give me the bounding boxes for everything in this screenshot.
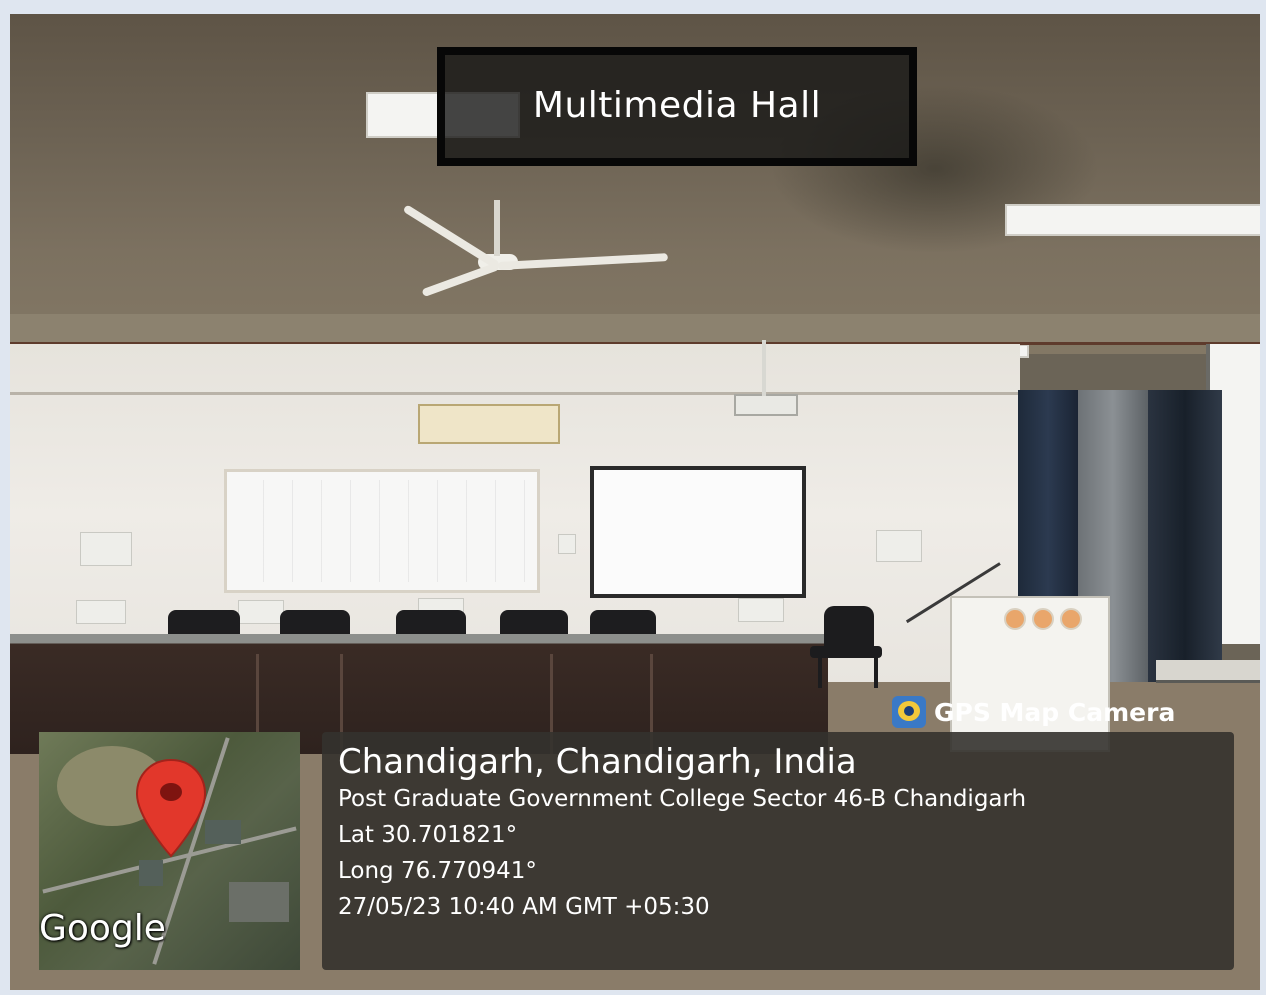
wall-switch-panel	[558, 534, 576, 554]
air-conditioner	[418, 404, 560, 444]
map-thumbnail: Google	[39, 732, 300, 970]
wall-conduit	[10, 392, 1020, 395]
title-banner: Multimedia Hall	[437, 47, 917, 166]
location-address: Post Graduate Government College Sector …	[338, 786, 1027, 812]
projector-mount	[762, 340, 766, 396]
gps-badge-label: GPS Map Camera	[934, 697, 1176, 727]
wall-switch-panel	[876, 530, 922, 562]
wall-switch-panel	[80, 532, 132, 566]
map-building	[205, 820, 241, 844]
location-latitude: Lat 30.701821°	[338, 822, 518, 848]
gps-map-camera-badge: GPS Map Camera	[892, 694, 1175, 730]
wall-switch-panel	[238, 600, 284, 624]
whiteboard	[224, 469, 540, 593]
location-info-panel: Chandigarh, Chandigarh, India Post Gradu…	[322, 732, 1234, 970]
wall-switch-panel	[76, 600, 126, 624]
camera-app-icon	[892, 696, 926, 728]
page-title: Multimedia Hall	[532, 85, 822, 126]
projector	[734, 394, 798, 416]
ceiling-beam	[10, 314, 1260, 345]
google-logo: Google	[39, 908, 166, 949]
location-longitude: Long 76.770941°	[338, 858, 537, 884]
location-city: Chandigarh, Chandigarh, India	[338, 742, 857, 782]
wall-switch-panel	[738, 598, 784, 622]
office-chair	[810, 606, 882, 688]
map-pin-icon	[135, 758, 207, 858]
map-building	[139, 860, 163, 886]
location-timestamp: 27/05/23 10:40 AM GMT +05:30	[338, 894, 710, 920]
map-building	[229, 882, 289, 922]
curtain	[1148, 390, 1222, 700]
ceiling-light	[1005, 204, 1260, 236]
smart-board	[590, 466, 806, 598]
side-table	[1156, 660, 1260, 683]
image-frame: Multimedia Hall GPS Map Camera Google Ch…	[0, 0, 1266, 995]
